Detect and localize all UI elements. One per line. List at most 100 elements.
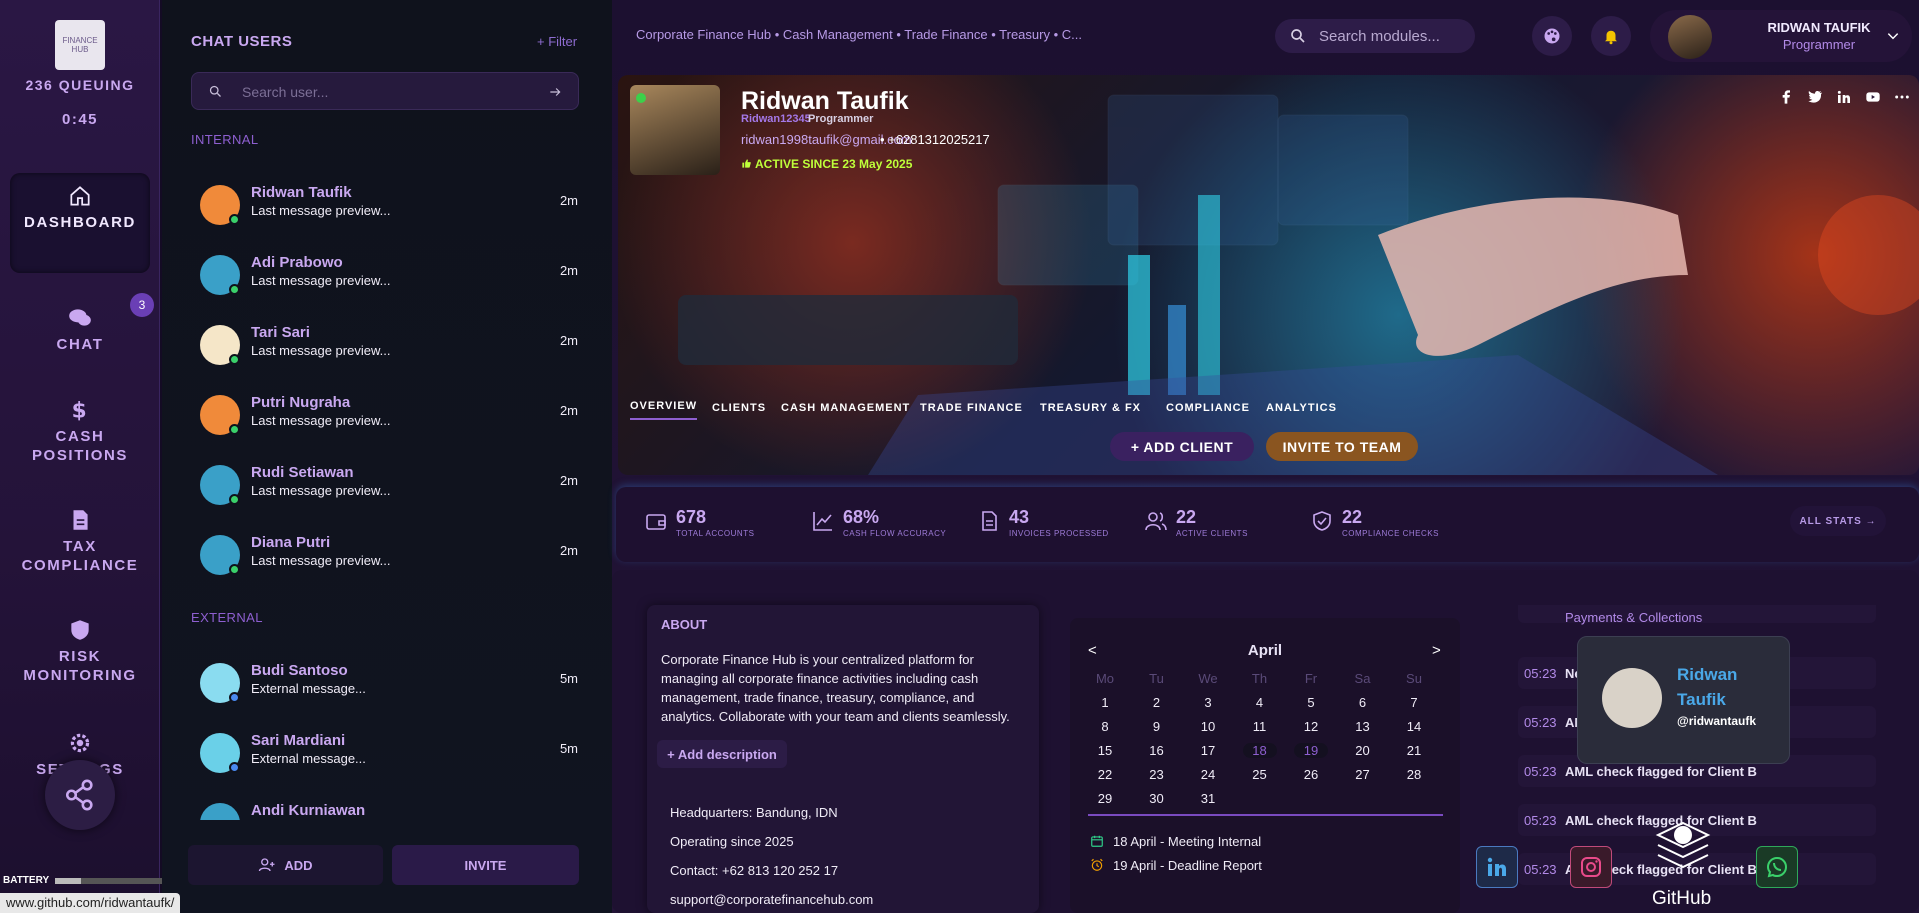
presence-dot [229, 564, 240, 575]
chat-icon [69, 309, 91, 326]
feed-time: 05:23 [1524, 862, 1557, 877]
support-email[interactable]: support@corporatefinancehub.com [670, 892, 873, 907]
calendar-day[interactable]: 6 [1346, 695, 1380, 710]
nav-chat[interactable]: CHAT [10, 305, 150, 365]
calendar-day[interactable]: 25 [1243, 767, 1277, 782]
github-profile-card[interactable]: Ridwan Taufik @ridwantaufk [1577, 636, 1790, 764]
chat-user-item[interactable]: Tari Sari Last message preview... 2m [200, 320, 578, 370]
svg-text:$: $ [72, 399, 89, 423]
calendar-day[interactable]: 29 [1088, 791, 1122, 806]
chat-user-item[interactable]: Diana Putri Last message preview... 2m [200, 530, 578, 580]
invite-to-team-button[interactable]: INVITE TO TEAM [1266, 432, 1418, 461]
weekday-header: Sa [1354, 671, 1371, 686]
share-button[interactable] [45, 760, 115, 830]
calendar-next-button[interactable]: > [1432, 642, 1441, 659]
stat-compliance-checks: 22 COMPLIANCE CHECKS [1310, 507, 1438, 538]
youtube-icon[interactable] [1865, 89, 1881, 105]
instagram-button[interactable] [1570, 846, 1612, 888]
avatar [1668, 15, 1712, 59]
calendar-day[interactable]: 18 [1242, 743, 1277, 758]
chat-user-item[interactable]: Budi Santoso External message... 5m [200, 658, 578, 708]
add-user-button[interactable]: ADD [188, 845, 383, 885]
weekday-header: Tu [1149, 671, 1164, 686]
module-search-input[interactable]: Search modules... [1275, 19, 1475, 53]
tab-overview[interactable]: OVERVIEW [630, 400, 698, 420]
chat-user-item[interactable]: Putri Nugraha Last message preview... 2m [200, 390, 578, 440]
calendar-day[interactable]: 30 [1140, 791, 1174, 806]
last-message: External message... [251, 751, 366, 766]
calendar-day[interactable]: 28 [1397, 767, 1431, 782]
feed-time: 05:23 [1524, 715, 1557, 730]
user-search-input[interactable]: Search user... [191, 72, 579, 110]
filter-link[interactable]: + Filter [537, 34, 577, 49]
tab-analytics[interactable]: ANALYTICS [1266, 402, 1337, 414]
calendar-day[interactable]: 26 [1294, 767, 1328, 782]
tab-cash-management[interactable]: CASH MANAGEMENT [781, 402, 910, 414]
feed-item[interactable]: Payments & Collections [1518, 605, 1876, 625]
calendar-day[interactable]: 3 [1191, 695, 1225, 710]
tab-clients[interactable]: CLIENTS [712, 402, 766, 414]
profile-menu[interactable]: RIDWAN TAUFIK Programmer [1650, 10, 1912, 62]
add-description-button[interactable]: + Add description [657, 740, 787, 768]
theme-button[interactable] [1532, 16, 1572, 56]
github-button[interactable] [1648, 815, 1718, 885]
invite-button[interactable]: INVITE [392, 845, 579, 885]
tab-treasury-fx[interactable]: TREASURY & FX [1040, 402, 1141, 414]
tab-trade-finance[interactable]: TRADE FINANCE [920, 402, 1023, 414]
arrow-right-icon[interactable] [548, 85, 562, 99]
chat-user-item[interactable]: Ridwan Taufik Last message preview... 2m [200, 180, 578, 230]
more-icon[interactable] [1894, 89, 1910, 105]
alarm-icon [1091, 858, 1103, 871]
calendar-day[interactable]: 14 [1397, 719, 1431, 734]
calendar-day[interactable]: 1 [1088, 695, 1122, 710]
calendar-day[interactable]: 8 [1088, 719, 1122, 734]
calendar-day[interactable]: 23 [1140, 767, 1174, 782]
calendar-day[interactable]: 9 [1140, 719, 1174, 734]
tab-compliance[interactable]: COMPLIANCE [1166, 402, 1250, 414]
message-time: 5m [559, 741, 578, 756]
chat-user-item[interactable]: Adi Prabowo Last message preview... 2m [200, 250, 578, 300]
calendar-day[interactable]: 19 [1294, 743, 1328, 758]
calendar-day[interactable]: 4 [1243, 695, 1277, 710]
linkedin-icon[interactable] [1836, 89, 1852, 105]
calendar-day[interactable]: 16 [1140, 743, 1174, 758]
calendar-day[interactable]: 24 [1191, 767, 1225, 782]
nav-tax-compliance[interactable]: TAX COMPLIANCE [10, 507, 150, 575]
calendar-day[interactable]: 12 [1294, 719, 1328, 734]
calendar-day[interactable]: 15 [1088, 743, 1122, 758]
all-stats-button[interactable]: ALL STATS → [1790, 506, 1886, 536]
calendar-day[interactable]: 7 [1397, 695, 1431, 710]
calendar-day[interactable]: 13 [1346, 719, 1380, 734]
nav-dashboard[interactable]: DASHBOARD [10, 173, 150, 273]
calendar-day[interactable]: 31 [1191, 791, 1225, 806]
calendar-event[interactable]: 19 April - Deadline Report [1090, 858, 1262, 873]
breadcrumb[interactable]: Corporate Finance Hub • Cash Management … [636, 27, 1082, 42]
calendar-day[interactable]: 2 [1140, 695, 1174, 710]
whatsapp-button[interactable] [1756, 846, 1798, 888]
active-since-label: ACTIVE SINCE 23 May 2025 [755, 157, 913, 171]
chat-user-item[interactable]: Rudi Setiawan Last message preview... 2m [200, 460, 578, 510]
search-placeholder: Search user... [242, 84, 329, 100]
last-message: Last message preview... [251, 413, 391, 428]
linkedin-button[interactable] [1476, 846, 1518, 888]
calendar-day[interactable]: 22 [1088, 767, 1122, 782]
notifications-button[interactable] [1591, 16, 1631, 56]
chat-user-item[interactable]: Sari Mardiani External message... 5m [200, 728, 578, 778]
calendar-day[interactable]: 10 [1191, 719, 1225, 734]
twitter-icon[interactable] [1807, 89, 1823, 105]
calendar-day[interactable]: 11 [1243, 719, 1277, 734]
profile-phone: • +6281312025217 [880, 132, 990, 147]
calendar-event[interactable]: 18 April - Meeting Internal [1090, 834, 1261, 849]
add-client-button[interactable]: + ADD CLIENT [1110, 432, 1254, 461]
nav-cash-positions[interactable]: $ CASH POSITIONS [10, 397, 150, 465]
nav-risk-monitoring[interactable]: RISK MONITORING [10, 617, 150, 685]
facebook-icon[interactable] [1778, 89, 1794, 105]
calendar-day[interactable]: 27 [1346, 767, 1380, 782]
calendar-day[interactable]: 20 [1346, 743, 1380, 758]
stat-value: 678 [676, 507, 707, 527]
calendar-day[interactable]: 21 [1397, 743, 1431, 758]
app-logo[interactable]: FINANCE HUB [55, 20, 105, 70]
chat-user-item[interactable]: Andi Kurniawan [200, 798, 578, 820]
calendar-day[interactable]: 5 [1294, 695, 1328, 710]
calendar-day[interactable]: 17 [1191, 743, 1225, 758]
